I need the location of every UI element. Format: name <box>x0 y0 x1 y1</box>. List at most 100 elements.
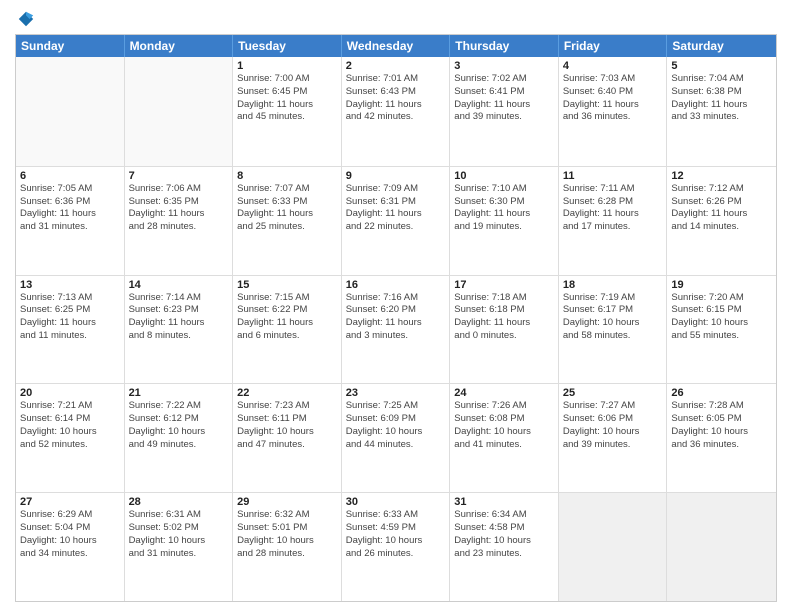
day-number: 29 <box>237 496 337 508</box>
day-number: 11 <box>563 170 663 182</box>
day-number: 25 <box>563 387 663 399</box>
day-number: 24 <box>454 387 554 399</box>
calendar-day-header: Saturday <box>667 35 776 57</box>
day-number: 12 <box>671 170 772 182</box>
calendar-row: 27Sunrise: 6:29 AMSunset: 5:04 PMDayligh… <box>16 492 776 601</box>
cell-content: Sunrise: 7:04 AMSunset: 6:38 PMDaylight:… <box>671 73 772 124</box>
calendar-cell: 31Sunrise: 6:34 AMSunset: 4:58 PMDayligh… <box>450 493 559 601</box>
cell-content: Sunrise: 7:11 AMSunset: 6:28 PMDaylight:… <box>563 183 663 234</box>
day-number: 4 <box>563 60 663 72</box>
calendar-day-header: Tuesday <box>233 35 342 57</box>
calendar-cell: 5Sunrise: 7:04 AMSunset: 6:38 PMDaylight… <box>667 57 776 166</box>
calendar-cell: 8Sunrise: 7:07 AMSunset: 6:33 PMDaylight… <box>233 167 342 275</box>
calendar-cell <box>16 57 125 166</box>
calendar-day-header: Monday <box>125 35 234 57</box>
calendar-cell: 10Sunrise: 7:10 AMSunset: 6:30 PMDayligh… <box>450 167 559 275</box>
page: SundayMondayTuesdayWednesdayThursdayFrid… <box>0 0 792 612</box>
calendar-cell: 16Sunrise: 7:16 AMSunset: 6:20 PMDayligh… <box>342 276 451 384</box>
cell-content: Sunrise: 7:02 AMSunset: 6:41 PMDaylight:… <box>454 73 554 124</box>
calendar-cell: 29Sunrise: 6:32 AMSunset: 5:01 PMDayligh… <box>233 493 342 601</box>
day-number: 23 <box>346 387 446 399</box>
cell-content: Sunrise: 7:22 AMSunset: 6:12 PMDaylight:… <box>129 400 229 451</box>
cell-content: Sunrise: 7:00 AMSunset: 6:45 PMDaylight:… <box>237 73 337 124</box>
calendar-day-header: Friday <box>559 35 668 57</box>
calendar-header: SundayMondayTuesdayWednesdayThursdayFrid… <box>16 35 776 57</box>
calendar-cell: 9Sunrise: 7:09 AMSunset: 6:31 PMDaylight… <box>342 167 451 275</box>
cell-content: Sunrise: 7:09 AMSunset: 6:31 PMDaylight:… <box>346 183 446 234</box>
logo <box>15 10 35 28</box>
cell-content: Sunrise: 6:29 AMSunset: 5:04 PMDaylight:… <box>20 509 120 560</box>
day-number: 17 <box>454 279 554 291</box>
day-number: 30 <box>346 496 446 508</box>
cell-content: Sunrise: 6:32 AMSunset: 5:01 PMDaylight:… <box>237 509 337 560</box>
cell-content: Sunrise: 7:16 AMSunset: 6:20 PMDaylight:… <box>346 292 446 343</box>
day-number: 5 <box>671 60 772 72</box>
day-number: 18 <box>563 279 663 291</box>
cell-content: Sunrise: 7:19 AMSunset: 6:17 PMDaylight:… <box>563 292 663 343</box>
calendar-cell: 14Sunrise: 7:14 AMSunset: 6:23 PMDayligh… <box>125 276 234 384</box>
calendar-cell: 23Sunrise: 7:25 AMSunset: 6:09 PMDayligh… <box>342 384 451 492</box>
cell-content: Sunrise: 7:03 AMSunset: 6:40 PMDaylight:… <box>563 73 663 124</box>
cell-content: Sunrise: 7:28 AMSunset: 6:05 PMDaylight:… <box>671 400 772 451</box>
calendar-row: 6Sunrise: 7:05 AMSunset: 6:36 PMDaylight… <box>16 166 776 275</box>
calendar-day-header: Sunday <box>16 35 125 57</box>
calendar-row: 13Sunrise: 7:13 AMSunset: 6:25 PMDayligh… <box>16 275 776 384</box>
day-number: 19 <box>671 279 772 291</box>
calendar-cell: 7Sunrise: 7:06 AMSunset: 6:35 PMDaylight… <box>125 167 234 275</box>
cell-content: Sunrise: 7:26 AMSunset: 6:08 PMDaylight:… <box>454 400 554 451</box>
cell-content: Sunrise: 7:14 AMSunset: 6:23 PMDaylight:… <box>129 292 229 343</box>
calendar-cell: 27Sunrise: 6:29 AMSunset: 5:04 PMDayligh… <box>16 493 125 601</box>
calendar-cell: 19Sunrise: 7:20 AMSunset: 6:15 PMDayligh… <box>667 276 776 384</box>
calendar-cell: 25Sunrise: 7:27 AMSunset: 6:06 PMDayligh… <box>559 384 668 492</box>
calendar-cell: 28Sunrise: 6:31 AMSunset: 5:02 PMDayligh… <box>125 493 234 601</box>
day-number: 2 <box>346 60 446 72</box>
cell-content: Sunrise: 7:05 AMSunset: 6:36 PMDaylight:… <box>20 183 120 234</box>
day-number: 13 <box>20 279 120 291</box>
calendar-day-header: Wednesday <box>342 35 451 57</box>
calendar-cell: 24Sunrise: 7:26 AMSunset: 6:08 PMDayligh… <box>450 384 559 492</box>
calendar-cell <box>125 57 234 166</box>
header <box>15 10 777 28</box>
calendar-cell: 26Sunrise: 7:28 AMSunset: 6:05 PMDayligh… <box>667 384 776 492</box>
day-number: 28 <box>129 496 229 508</box>
calendar-cell: 3Sunrise: 7:02 AMSunset: 6:41 PMDaylight… <box>450 57 559 166</box>
day-number: 20 <box>20 387 120 399</box>
cell-content: Sunrise: 7:07 AMSunset: 6:33 PMDaylight:… <box>237 183 337 234</box>
cell-content: Sunrise: 6:34 AMSunset: 4:58 PMDaylight:… <box>454 509 554 560</box>
day-number: 22 <box>237 387 337 399</box>
calendar-body: 1Sunrise: 7:00 AMSunset: 6:45 PMDaylight… <box>16 57 776 601</box>
day-number: 9 <box>346 170 446 182</box>
cell-content: Sunrise: 7:06 AMSunset: 6:35 PMDaylight:… <box>129 183 229 234</box>
day-number: 15 <box>237 279 337 291</box>
cell-content: Sunrise: 7:10 AMSunset: 6:30 PMDaylight:… <box>454 183 554 234</box>
calendar-row: 20Sunrise: 7:21 AMSunset: 6:14 PMDayligh… <box>16 383 776 492</box>
calendar-day-header: Thursday <box>450 35 559 57</box>
cell-content: Sunrise: 7:21 AMSunset: 6:14 PMDaylight:… <box>20 400 120 451</box>
day-number: 14 <box>129 279 229 291</box>
cell-content: Sunrise: 6:33 AMSunset: 4:59 PMDaylight:… <box>346 509 446 560</box>
calendar-cell <box>559 493 668 601</box>
calendar-cell <box>667 493 776 601</box>
calendar-cell: 1Sunrise: 7:00 AMSunset: 6:45 PMDaylight… <box>233 57 342 166</box>
day-number: 3 <box>454 60 554 72</box>
calendar: SundayMondayTuesdayWednesdayThursdayFrid… <box>15 34 777 602</box>
calendar-cell: 22Sunrise: 7:23 AMSunset: 6:11 PMDayligh… <box>233 384 342 492</box>
calendar-cell: 20Sunrise: 7:21 AMSunset: 6:14 PMDayligh… <box>16 384 125 492</box>
day-number: 8 <box>237 170 337 182</box>
logo-icon <box>17 10 35 28</box>
cell-content: Sunrise: 7:18 AMSunset: 6:18 PMDaylight:… <box>454 292 554 343</box>
cell-content: Sunrise: 7:27 AMSunset: 6:06 PMDaylight:… <box>563 400 663 451</box>
calendar-cell: 4Sunrise: 7:03 AMSunset: 6:40 PMDaylight… <box>559 57 668 166</box>
day-number: 26 <box>671 387 772 399</box>
day-number: 16 <box>346 279 446 291</box>
day-number: 7 <box>129 170 229 182</box>
cell-content: Sunrise: 6:31 AMSunset: 5:02 PMDaylight:… <box>129 509 229 560</box>
calendar-cell: 11Sunrise: 7:11 AMSunset: 6:28 PMDayligh… <box>559 167 668 275</box>
cell-content: Sunrise: 7:23 AMSunset: 6:11 PMDaylight:… <box>237 400 337 451</box>
cell-content: Sunrise: 7:20 AMSunset: 6:15 PMDaylight:… <box>671 292 772 343</box>
day-number: 31 <box>454 496 554 508</box>
cell-content: Sunrise: 7:15 AMSunset: 6:22 PMDaylight:… <box>237 292 337 343</box>
cell-content: Sunrise: 7:25 AMSunset: 6:09 PMDaylight:… <box>346 400 446 451</box>
calendar-cell: 17Sunrise: 7:18 AMSunset: 6:18 PMDayligh… <box>450 276 559 384</box>
calendar-cell: 12Sunrise: 7:12 AMSunset: 6:26 PMDayligh… <box>667 167 776 275</box>
